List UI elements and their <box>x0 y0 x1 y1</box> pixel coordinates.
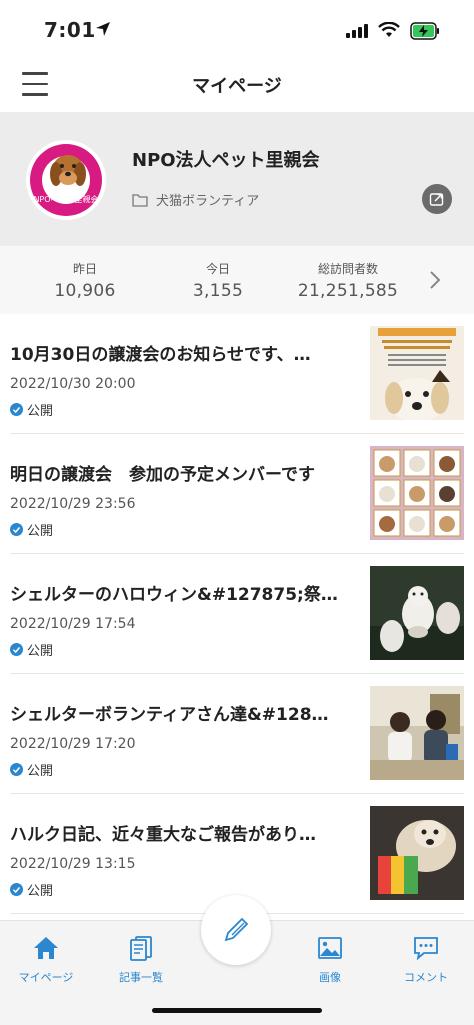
chevron-right-icon[interactable] <box>428 270 442 290</box>
article-date: 2022/10/29 17:54 <box>10 616 136 632</box>
article-status-label: 公開 <box>27 524 54 539</box>
article-date: 2022/10/29 17:20 <box>10 736 136 752</box>
tab-images[interactable]: 画像 <box>290 935 370 985</box>
comment-icon <box>414 937 438 961</box>
tab-mypage[interactable]: マイページ <box>6 935 86 985</box>
article-thumbnail <box>370 326 464 420</box>
tab-comments[interactable]: コメント <box>386 935 466 985</box>
access-stats[interactable]: 昨日 10,906 今日 3,155 総訪問者数 21,251,585 <box>0 246 474 314</box>
article-item[interactable]: 10月30日の譲渡会のお知らせです、… 2022/10/30 20:00 公開 <box>0 314 474 434</box>
home-indicator <box>152 1008 322 1013</box>
logo-text: NPOペット里親会 <box>33 194 98 204</box>
stat-label: 昨日 <box>72 262 97 276</box>
share-button[interactable] <box>422 184 452 214</box>
article-title: 明日の譲渡会 参加の予定メンバーです <box>10 465 315 485</box>
stat-total-visitors: 総訪問者数 21,251,585 <box>292 260 404 301</box>
image-icon <box>318 937 342 959</box>
article-item[interactable]: シェルターのハロウィン&#127875;祭… 2022/10/29 17:54 … <box>0 554 474 674</box>
article-thumbnail <box>370 806 464 900</box>
article-list: 10月30日の譲渡会のお知らせです、… 2022/10/30 20:00 公開 <box>0 314 474 914</box>
article-title: ハルク日記、近々重大なご報告があり… <box>10 825 316 845</box>
articles-icon <box>130 936 152 961</box>
article-status-label: 公開 <box>27 884 54 899</box>
check-badge-icon <box>10 763 23 776</box>
share-icon <box>429 193 444 206</box>
article-status-label: 公開 <box>27 404 54 419</box>
article-thumbnail <box>370 566 464 660</box>
battery-charging-icon <box>410 22 439 40</box>
nav-bar: マイページ <box>0 60 474 112</box>
pencil-icon <box>224 917 249 942</box>
article-status-label: 公開 <box>27 764 54 779</box>
folder-icon <box>132 193 148 207</box>
stat-value: 3,155 <box>192 281 244 301</box>
article-status: 公開 <box>10 640 53 659</box>
stat-value: 10,906 <box>54 281 116 301</box>
status-bar: 7:01 <box>0 0 474 60</box>
profile-header: NPOペット里親会 NPO法人ペット里親会 犬猫ボランティア <box>0 112 474 246</box>
check-badge-icon <box>10 643 23 656</box>
article-thumbnail <box>370 686 464 780</box>
compose-button[interactable] <box>201 895 271 965</box>
article-status: 公開 <box>10 520 53 539</box>
article-item[interactable]: シェルターボランティアさん達&#128… 2022/10/29 17:20 公開 <box>0 674 474 794</box>
profile-logo[interactable]: NPOペット里親会 <box>24 138 108 222</box>
tab-label: コメント <box>404 971 448 984</box>
stat-today: 今日 3,155 <box>175 260 261 301</box>
stat-label: 今日 <box>205 262 230 276</box>
category-label: 犬猫ボランティア <box>156 194 260 209</box>
article-item[interactable]: 明日の譲渡会 参加の予定メンバーです 2022/10/29 23:56 公開 <box>0 434 474 554</box>
tab-label: マイページ <box>18 971 74 984</box>
article-date: 2022/10/29 13:15 <box>10 856 136 872</box>
status-time: 7:01 <box>44 18 96 42</box>
tab-label: 記事一覧 <box>119 971 163 984</box>
article-title: 10月30日の譲渡会のお知らせです、… <box>10 345 311 365</box>
wifi-icon <box>378 22 400 37</box>
stat-yesterday: 昨日 10,906 <box>42 260 128 301</box>
check-badge-icon <box>10 403 23 416</box>
article-status: 公開 <box>10 880 53 899</box>
stat-label: 総訪問者数 <box>317 262 378 276</box>
profile-name: NPO法人ペット里親会 <box>132 150 320 171</box>
article-date: 2022/10/29 23:56 <box>10 496 136 512</box>
tab-bar: マイページ 記事一覧 画像 コメント <box>0 895 474 1025</box>
article-date: 2022/10/30 20:00 <box>10 376 136 392</box>
cellular-signal-icon <box>346 24 368 38</box>
page-title: マイページ <box>192 76 282 97</box>
tab-label: 画像 <box>319 971 341 984</box>
article-status-label: 公開 <box>27 644 54 659</box>
article-status: 公開 <box>10 760 53 779</box>
category-row[interactable]: 犬猫ボランティア <box>132 190 259 209</box>
check-badge-icon <box>10 883 23 896</box>
stat-value: 21,251,585 <box>297 281 399 301</box>
location-arrow-icon <box>96 22 110 36</box>
article-status: 公開 <box>10 400 53 419</box>
tab-articles[interactable]: 記事一覧 <box>101 935 181 985</box>
article-title: シェルターボランティアさん達&#128… <box>10 705 329 725</box>
article-title: シェルターのハロウィン&#127875;祭… <box>10 585 338 605</box>
home-icon <box>34 937 58 959</box>
article-thumbnail <box>370 446 464 540</box>
check-badge-icon <box>10 523 23 536</box>
